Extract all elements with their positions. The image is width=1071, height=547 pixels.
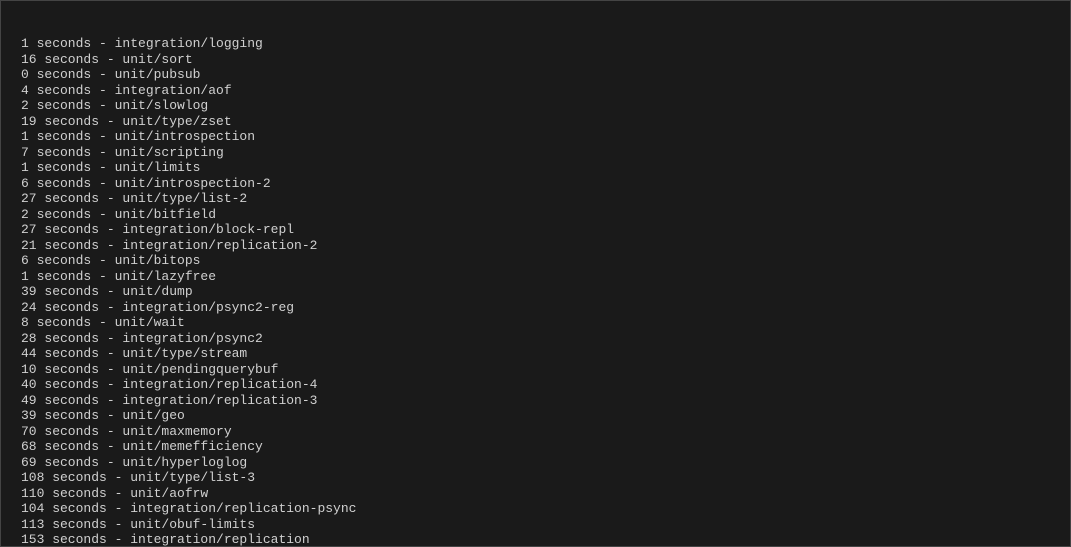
test-result-line: 1 seconds - integration/logging: [7, 36, 1070, 52]
test-result-line: 113 seconds - unit/obuf-limits: [7, 517, 1070, 533]
test-result-line: 153 seconds - integration/replication: [7, 532, 1070, 547]
test-result-line: 7 seconds - unit/scripting: [7, 145, 1070, 161]
test-result-line: 0 seconds - unit/pubsub: [7, 67, 1070, 83]
test-result-line: 110 seconds - unit/aofrw: [7, 486, 1070, 502]
test-result-line: 49 seconds - integration/replication-3: [7, 393, 1070, 409]
test-result-line: 2 seconds - unit/slowlog: [7, 98, 1070, 114]
test-result-line: 108 seconds - unit/type/list-3: [7, 470, 1070, 486]
test-result-line: 39 seconds - unit/dump: [7, 284, 1070, 300]
test-result-line: 70 seconds - unit/maxmemory: [7, 424, 1070, 440]
test-result-line: 27 seconds - unit/type/list-2: [7, 191, 1070, 207]
test-result-line: 21 seconds - integration/replication-2: [7, 238, 1070, 254]
test-result-line: 8 seconds - unit/wait: [7, 315, 1070, 331]
test-result-line: 6 seconds - unit/introspection-2: [7, 176, 1070, 192]
test-result-line: 1 seconds - unit/limits: [7, 160, 1070, 176]
test-result-line: 10 seconds - unit/pendingquerybuf: [7, 362, 1070, 378]
test-result-line: 28 seconds - integration/psync2: [7, 331, 1070, 347]
test-result-line: 39 seconds - unit/geo: [7, 408, 1070, 424]
test-result-line: 6 seconds - unit/bitops: [7, 253, 1070, 269]
test-result-line: 19 seconds - unit/type/zset: [7, 114, 1070, 130]
test-result-line: 24 seconds - integration/psync2-reg: [7, 300, 1070, 316]
test-result-line: 4 seconds - integration/aof: [7, 83, 1070, 99]
test-result-line: 68 seconds - unit/memefficiency: [7, 439, 1070, 455]
test-result-line: 27 seconds - integration/block-repl: [7, 222, 1070, 238]
test-result-line: 44 seconds - unit/type/stream: [7, 346, 1070, 362]
test-result-line: 69 seconds - unit/hyperloglog: [7, 455, 1070, 471]
test-result-line: 16 seconds - unit/sort: [7, 52, 1070, 68]
terminal-window[interactable]: 1 seconds - integration/logging16 second…: [0, 0, 1071, 547]
test-result-line: 1 seconds - unit/lazyfree: [7, 269, 1070, 285]
test-result-line: 1 seconds - unit/introspection: [7, 129, 1070, 145]
test-result-line: 40 seconds - integration/replication-4: [7, 377, 1070, 393]
test-result-line: 2 seconds - unit/bitfield: [7, 207, 1070, 223]
test-output-lines: 1 seconds - integration/logging16 second…: [7, 36, 1070, 547]
test-result-line: 104 seconds - integration/replication-ps…: [7, 501, 1070, 517]
